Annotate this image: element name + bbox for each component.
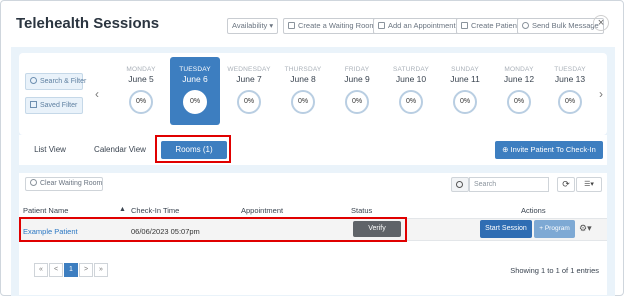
header-patient-name[interactable]: Patient Name xyxy=(23,206,68,215)
day-date: June 6 xyxy=(182,74,208,84)
day-name: WEDNESDAY xyxy=(227,66,271,73)
header-actions: Actions xyxy=(521,206,546,215)
create-patient-label: Create Patient xyxy=(471,21,519,30)
date-strip: Search & Filter Saved Filter ‹ MONDAY Ju… xyxy=(19,53,607,135)
send-bulk-message-label: Send Bulk Message xyxy=(532,21,599,30)
start-session-button[interactable]: Start Session xyxy=(480,220,532,238)
day-progress: 0% xyxy=(507,90,531,114)
day-card[interactable]: SUNDAY June 11 0% xyxy=(440,57,490,125)
close-icon[interactable]: × xyxy=(593,15,609,31)
header: Telehealth Sessions Availability ▾ Creat… xyxy=(1,1,623,47)
waiting-room-table: Clear Waiting Room Search ⟳ ☰▾ Patient N… xyxy=(19,173,607,295)
search-input[interactable]: Search xyxy=(469,177,549,192)
day-name: TUESDAY xyxy=(554,66,586,73)
send-bulk-message-button[interactable]: Send Bulk Message xyxy=(517,18,604,34)
search-icon xyxy=(30,77,37,84)
day-progress: 0% xyxy=(399,90,423,114)
grid-icon xyxy=(30,101,37,108)
tab-calendar-view[interactable]: Calendar View xyxy=(89,141,151,159)
day-date: June 9 xyxy=(344,74,370,84)
day-progress: 0% xyxy=(453,90,477,114)
day-name: THURSDAY xyxy=(284,66,322,73)
day-name: FRIDAY xyxy=(344,66,370,73)
tab-list-view[interactable]: List View xyxy=(27,141,73,159)
day-date: June 10 xyxy=(395,74,427,84)
add-appointment-button[interactable]: Add an Appointment xyxy=(373,18,461,34)
user-plus-icon: ⊕ xyxy=(502,145,511,154)
availability-dropdown[interactable]: Availability ▾ xyxy=(227,18,279,34)
day-progress: 0% xyxy=(183,90,207,114)
search-filter-label: Search & Filter xyxy=(40,78,87,85)
next-week-arrow[interactable]: › xyxy=(599,87,603,101)
day-card[interactable]: WEDNESDAY June 7 0% xyxy=(224,57,274,125)
header-check-in-time[interactable]: Check-In Time xyxy=(131,206,179,215)
day-card[interactable]: SATURDAY June 10 0% xyxy=(386,57,436,125)
send-icon xyxy=(522,22,529,29)
chevron-down-icon: ▾ xyxy=(269,21,274,30)
refresh-icon[interactable]: ⟳ xyxy=(557,177,575,192)
search-filter-button[interactable]: Search & Filter xyxy=(25,73,87,90)
gear-icon[interactable]: ⚙▾ xyxy=(579,223,592,234)
create-waiting-room-label: Create a Waiting Room xyxy=(298,21,376,30)
clear-waiting-room-label: Clear Waiting Room xyxy=(40,180,103,187)
saved-filter-label: Saved Filter xyxy=(40,102,78,109)
clear-waiting-room-button[interactable]: Clear Waiting Room xyxy=(25,177,103,191)
availability-label: Availability xyxy=(232,21,268,30)
day-name: TUESDAY xyxy=(179,66,211,73)
telehealth-sessions-window: Telehealth Sessions Availability ▾ Creat… xyxy=(0,0,624,296)
day-name: MONDAY xyxy=(126,66,156,73)
day-name: MONDAY xyxy=(504,66,534,73)
user-plus-icon xyxy=(461,22,468,29)
page-1-button[interactable]: 1 xyxy=(64,263,78,277)
main-panel: Search & Filter Saved Filter ‹ MONDAY Ju… xyxy=(11,47,615,296)
day-date: June 8 xyxy=(290,74,316,84)
highlight-box xyxy=(155,135,231,163)
search-icon[interactable] xyxy=(451,177,469,192)
last-page-button[interactable]: » xyxy=(94,263,108,277)
day-date: June 5 xyxy=(128,74,154,84)
day-card[interactable]: TUESDAY June 13 0% xyxy=(545,57,595,125)
first-page-button[interactable]: « xyxy=(34,263,48,277)
day-progress: 0% xyxy=(345,90,369,114)
day-progress: 0% xyxy=(129,90,153,114)
invite-label: Invite Patient To Check-In xyxy=(510,145,596,154)
create-patient-button[interactable]: Create Patient xyxy=(456,18,524,34)
day-name: SUNDAY xyxy=(451,66,479,73)
prev-page-button[interactable]: < xyxy=(49,263,63,277)
saved-filter-button[interactable]: Saved Filter xyxy=(25,97,83,114)
view-tabs: List View Calendar View Rooms (1) ⊕ Invi… xyxy=(19,135,607,165)
day-progress: 0% xyxy=(291,90,315,114)
header-appointment[interactable]: Appointment xyxy=(241,206,283,215)
calendar-plus-icon xyxy=(378,22,385,29)
day-progress: 0% xyxy=(237,90,261,114)
page-title: Telehealth Sessions xyxy=(16,15,160,32)
columns-toggle-icon[interactable]: ☰▾ xyxy=(576,177,602,192)
prev-week-arrow[interactable]: ‹ xyxy=(95,87,99,101)
day-progress: 0% xyxy=(558,90,582,114)
next-page-button[interactable]: > xyxy=(79,263,93,277)
day-date: June 7 xyxy=(236,74,262,84)
clear-icon xyxy=(30,179,37,186)
highlight-box xyxy=(19,217,407,242)
day-date: June 12 xyxy=(503,74,535,84)
sort-icon[interactable]: ▲ xyxy=(119,206,126,213)
day-card[interactable]: FRIDAY June 9 0% xyxy=(332,57,382,125)
header-status[interactable]: Status xyxy=(351,206,372,215)
edit-icon xyxy=(288,22,295,29)
day-card-selected[interactable]: TUESDAY June 6 0% xyxy=(170,57,220,125)
day-date: June 11 xyxy=(450,74,480,84)
day-name: SATURDAY xyxy=(392,66,430,73)
invite-patient-button[interactable]: ⊕ Invite Patient To Check-In xyxy=(495,141,603,159)
day-date: June 13 xyxy=(554,74,586,84)
day-card[interactable]: THURSDAY June 8 0% xyxy=(278,57,328,125)
day-card[interactable]: MONDAY June 12 0% xyxy=(494,57,544,125)
create-waiting-room-button[interactable]: Create a Waiting Room xyxy=(283,18,381,34)
day-card[interactable]: MONDAY June 5 0% xyxy=(116,57,166,125)
program-button[interactable]: + Program xyxy=(534,220,575,238)
entries-summary: Showing 1 to 1 of 1 entries xyxy=(510,266,599,275)
add-appointment-label: Add an Appointment xyxy=(388,21,456,30)
